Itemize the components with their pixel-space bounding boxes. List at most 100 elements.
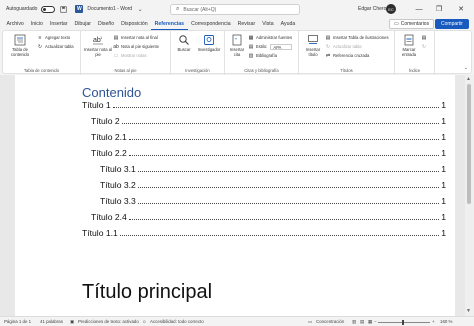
tab-revisar[interactable]: Revisar bbox=[234, 18, 259, 30]
proofing-icon[interactable]: ▣ bbox=[70, 319, 74, 325]
bibliography-button[interactable]: ▥ Bibliografía bbox=[248, 52, 277, 59]
word-logo-icon: W bbox=[75, 5, 84, 13]
group-index: Marcar entrada ▤ ↻ Índice bbox=[395, 31, 435, 75]
page-count[interactable]: Página 1 de 1 bbox=[4, 319, 31, 324]
search-input[interactable]: ⌕ Buscar (Alt+Q) bbox=[170, 4, 300, 15]
insert-caption-label: Insertar título bbox=[305, 47, 321, 57]
avatar[interactable]: EC bbox=[386, 4, 396, 14]
toc-entry[interactable]: Título 2.1 1 bbox=[91, 132, 446, 143]
tab-disposicion[interactable]: Disposición bbox=[118, 18, 152, 30]
toc-entry[interactable]: Título 2 1 bbox=[91, 116, 446, 127]
mark-entry-button[interactable]: Marcar entrada bbox=[398, 34, 420, 57]
tab-ayuda[interactable]: Ayuda bbox=[277, 18, 299, 30]
insert-footnote-button[interactable]: ab 1 Insertar nota al pie bbox=[84, 34, 112, 57]
tab-archivo[interactable]: Archivo bbox=[3, 18, 27, 30]
toc-entry-label: Título 2.2 bbox=[91, 148, 129, 158]
save-icon[interactable] bbox=[59, 5, 67, 13]
tab-dibujar[interactable]: Dibujar bbox=[71, 18, 94, 30]
zoom-slider-handle[interactable] bbox=[402, 320, 404, 325]
user-name[interactable]: Edgar Chero bbox=[358, 6, 386, 12]
next-footnote-button[interactable]: ab Nota al pie siguiente bbox=[113, 43, 159, 50]
accessibility-icon: ☺ bbox=[142, 319, 147, 324]
add-text-button[interactable]: ≡ Agregar texto bbox=[37, 34, 71, 41]
print-layout-icon[interactable]: ▤ bbox=[360, 319, 364, 325]
status-bar: Página 1 de 1 41 palabras ▣ Predicciones… bbox=[0, 316, 474, 326]
tab-vista[interactable]: Vista bbox=[259, 18, 277, 30]
next-footnote-icon: ab bbox=[113, 43, 119, 50]
toc-leader bbox=[137, 203, 440, 204]
toc-leader bbox=[137, 171, 440, 172]
update-table-label: Actualizar tabla bbox=[45, 44, 74, 49]
insert-index-button[interactable]: ▤ bbox=[421, 34, 429, 41]
update-index-button[interactable]: ↻ bbox=[421, 43, 429, 50]
group-label-toc: Tabla de contenido bbox=[23, 68, 60, 73]
minimize-button[interactable]: — bbox=[412, 3, 426, 15]
manage-sources-icon: ▦ bbox=[248, 34, 254, 41]
insert-endnote-button[interactable]: ▤ Insertar nota al final bbox=[113, 34, 158, 41]
toc-heading: Contenido bbox=[82, 85, 142, 100]
toc-entry[interactable]: Título 1.1 1 bbox=[82, 228, 446, 239]
cross-reference-label: Referencia cruzada bbox=[333, 53, 370, 58]
insert-footnote-label: Insertar nota al pie bbox=[84, 47, 112, 57]
show-notes-label: Mostrar notas bbox=[121, 53, 147, 58]
collapse-ribbon-icon[interactable]: ⌄ bbox=[464, 65, 468, 71]
tab-diseno[interactable]: Diseño bbox=[94, 18, 117, 30]
zoom-in-button[interactable]: + bbox=[432, 319, 435, 324]
toc-entry[interactable]: Título 2.2 1 bbox=[91, 148, 446, 159]
toc-entry-page: 1 bbox=[441, 116, 446, 126]
zoom-level[interactable]: 160 % bbox=[440, 319, 452, 324]
insert-table-of-figures-button[interactable]: ▤ Insertar Tabla de ilustraciones bbox=[325, 34, 389, 41]
table-of-contents-icon bbox=[14, 34, 26, 46]
share-button[interactable]: Compartir bbox=[435, 19, 469, 29]
tab-insertar[interactable]: Insertar bbox=[46, 18, 71, 30]
zoom-out-button[interactable]: − bbox=[374, 319, 377, 324]
update-figures-table-button[interactable]: ↻ Actualizar tabla bbox=[325, 43, 362, 50]
insert-citation-button[interactable]: " Insertar cita bbox=[227, 34, 247, 57]
tab-inicio[interactable]: Inicio bbox=[27, 18, 46, 30]
close-button[interactable]: ✕ bbox=[454, 3, 468, 15]
zoom-slider[interactable] bbox=[378, 322, 430, 323]
toc-entry[interactable]: Título 3.2 1 bbox=[100, 180, 446, 191]
toc-button[interactable]: Tabla de contenido bbox=[7, 34, 33, 57]
cross-reference-button[interactable]: ⇄ Referencia cruzada bbox=[325, 52, 369, 59]
cross-reference-icon: ⇄ bbox=[325, 52, 331, 59]
toc-entry-page: 1 bbox=[441, 164, 446, 174]
toc-entry-page: 1 bbox=[441, 180, 446, 190]
citation-icon: " bbox=[231, 34, 243, 46]
group-footnotes: ab 1 Insertar nota al pie ▤ Insertar nota… bbox=[81, 31, 171, 75]
toc-entry-label: Título 3.1 bbox=[100, 164, 138, 174]
toc-entry-page: 1 bbox=[441, 228, 446, 238]
autosave-toggle[interactable] bbox=[41, 5, 56, 13]
footnote-icon: ab 1 bbox=[92, 34, 104, 46]
citation-style-select[interactable]: ▤ Estilo: APA bbox=[248, 43, 293, 50]
group-label-footnotes: Notas al pie bbox=[114, 68, 137, 73]
update-table-button[interactable]: ↻ Actualizar tabla bbox=[37, 43, 74, 50]
document-page[interactable]: Contenido Título 1 1 Título 2 1 Título 2.1… bbox=[15, 75, 455, 316]
web-layout-icon[interactable]: ▦ bbox=[368, 319, 372, 325]
refresh-icon: ↻ bbox=[37, 43, 43, 50]
accessibility-status[interactable]: Accesibilidad: todo correcto bbox=[150, 319, 204, 324]
comments-button[interactable]: ▭ Comentarios bbox=[389, 19, 435, 29]
magnifier-icon bbox=[178, 34, 190, 46]
toc-entry[interactable]: Título 2.4 1 bbox=[91, 212, 446, 223]
toc-entry-page: 1 bbox=[441, 100, 446, 110]
toc-entry[interactable]: Título 1 1 bbox=[82, 100, 446, 111]
restore-button[interactable]: ❐ bbox=[432, 3, 446, 15]
show-notes-button[interactable]: ▭ Mostrar notas bbox=[113, 52, 147, 59]
tab-correspondencia[interactable]: Correspondencia bbox=[188, 18, 235, 30]
researcher-button[interactable]: Investigador bbox=[195, 34, 223, 52]
search-button[interactable]: Buscar bbox=[175, 34, 193, 52]
read-mode-icon[interactable]: ▥ bbox=[352, 319, 356, 325]
toc-entry[interactable]: Título 3.1 1 bbox=[100, 164, 446, 175]
chevron-down-icon[interactable]: ⌄ bbox=[136, 5, 144, 13]
focus-mode-button[interactable]: Concentración bbox=[316, 319, 344, 324]
word-count[interactable]: 41 palabras bbox=[40, 319, 63, 324]
scroll-up-icon[interactable]: ▲ bbox=[466, 76, 471, 82]
scroll-thumb[interactable] bbox=[467, 84, 471, 204]
scroll-down-icon[interactable]: ▼ bbox=[466, 308, 471, 314]
toc-entry[interactable]: Título 3.3 1 bbox=[100, 196, 446, 207]
text-predictions-status[interactable]: Predicciones de texto: activado bbox=[78, 319, 139, 324]
insert-caption-button[interactable]: Insertar título bbox=[302, 34, 324, 57]
manage-sources-button[interactable]: ▦ Administrar fuentes bbox=[248, 34, 292, 41]
tab-referencias[interactable]: Referencias bbox=[151, 18, 188, 30]
